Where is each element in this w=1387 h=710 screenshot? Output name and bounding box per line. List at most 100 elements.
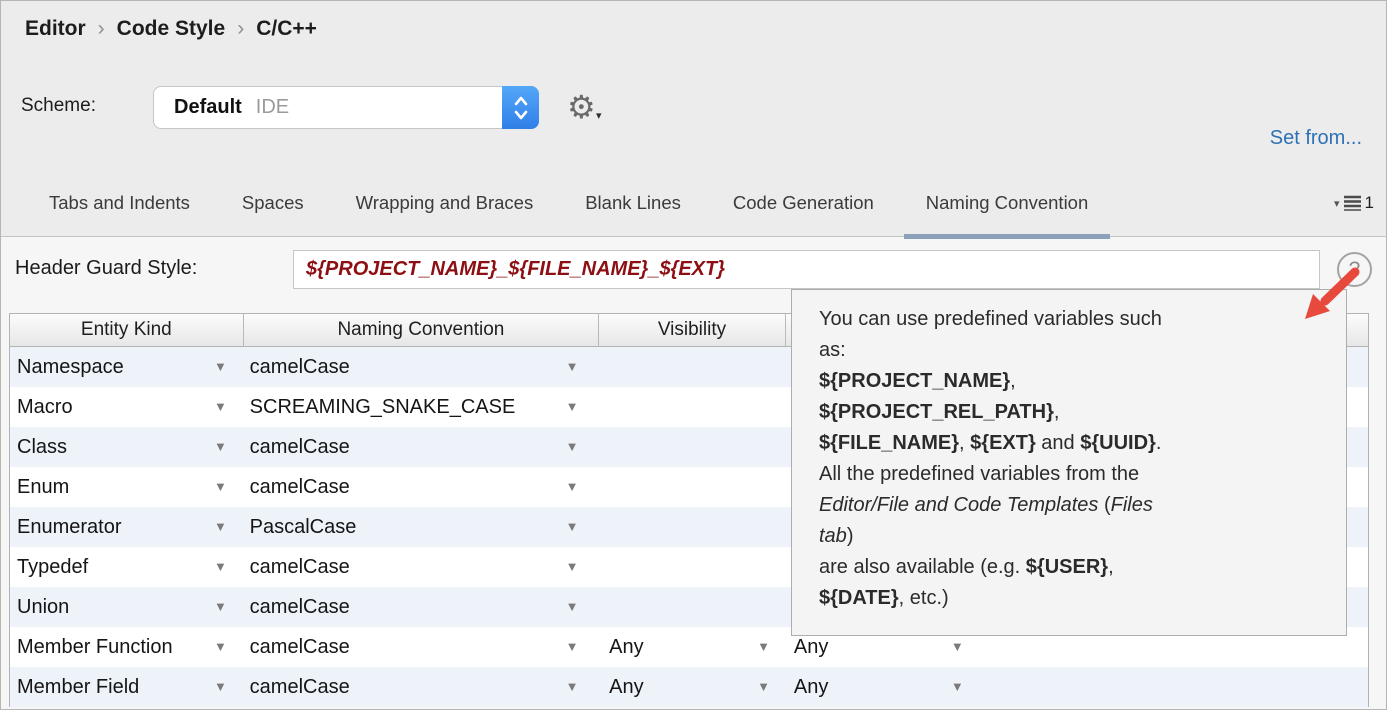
settings-header-region: Editor › Code Style › C/C++ Scheme: Defa…	[1, 1, 1386, 237]
column-header-naming-convention: Naming Convention	[244, 314, 599, 346]
code-style-tabbar: Tabs and Indents Spaces Wrapping and Bra…	[1, 169, 1386, 237]
breadcrumb-item-code-style[interactable]: Code Style	[117, 17, 226, 41]
column-header-entity-kind: Entity Kind	[10, 314, 244, 346]
cell-value: camelCase	[250, 556, 350, 579]
cell-value: Any	[794, 636, 828, 659]
visibility-cell-empty	[599, 507, 786, 547]
settings-panel: Editor › Code Style › C/C++ Scheme: Defa…	[0, 0, 1387, 710]
naming-convention-cell[interactable]: camelCase ▼	[244, 547, 599, 587]
chevron-down-icon: ▼	[566, 359, 579, 374]
naming-convention-cell[interactable]: camelCase ▼	[244, 427, 599, 467]
chevron-down-icon: ▼	[214, 359, 227, 374]
scheme-select[interactable]: Default IDE	[153, 86, 539, 129]
hamburger-list-icon	[1343, 195, 1362, 211]
cell-value: camelCase	[250, 676, 350, 699]
naming-convention-cell[interactable]: SCREAMING_SNAKE_CASE ▼	[244, 387, 599, 427]
cell-value: Enum	[17, 476, 69, 499]
chevron-down-icon: ▼	[566, 599, 579, 614]
chevron-down-icon: ▼	[214, 599, 227, 614]
breadcrumb-item-c-cpp[interactable]: C/C++	[256, 17, 317, 41]
naming-convention-cell[interactable]: camelCase ▼	[244, 587, 599, 627]
visibility-cell-empty	[599, 387, 786, 427]
entity-kind-cell[interactable]: Class▼	[10, 427, 244, 467]
chevron-down-icon: ▼	[214, 399, 227, 414]
cell-value: Namespace	[17, 356, 124, 379]
header-guard-input[interactable]	[293, 250, 1320, 289]
chevron-right-icon: ›	[98, 17, 105, 41]
header-guard-help-tooltip: You can use predefined variables such as…	[791, 289, 1347, 636]
chevron-down-icon: ▼	[757, 639, 770, 654]
chevron-down-icon: ▼	[566, 439, 579, 454]
cell-value: Typedef	[17, 556, 88, 579]
annotation-arrow-icon	[1297, 265, 1363, 327]
chevron-down-icon: ▼	[566, 399, 579, 414]
table-cell[interactable]: Any▼	[786, 667, 986, 707]
cell-value: Member Field	[17, 676, 139, 699]
cell-value: SCREAMING_SNAKE_CASE	[250, 396, 516, 419]
chevron-down-icon: ▼	[214, 559, 227, 574]
chevron-down-icon: ▼	[214, 679, 227, 694]
chevron-down-icon: ▼	[566, 479, 579, 494]
cell-value: Enumerator	[17, 516, 122, 539]
naming-convention-cell[interactable]: camelCase ▼	[244, 627, 599, 667]
naming-convention-cell[interactable]: PascalCase▼	[244, 507, 599, 547]
entity-kind-cell[interactable]: Member Field ▼	[10, 667, 244, 707]
set-from-link[interactable]: Set from...	[1270, 127, 1362, 150]
entity-kind-cell[interactable]: Macro ▼	[10, 387, 244, 427]
visibility-cell-empty	[599, 467, 786, 507]
cell-value: camelCase	[250, 356, 350, 379]
tab-naming-convention[interactable]: Naming Convention	[926, 169, 1088, 237]
scheme-selected-suffix: IDE	[256, 96, 289, 119]
combobox-stepper-icon[interactable]	[502, 86, 539, 129]
cell-value: camelCase	[250, 636, 350, 659]
visibility-cell-empty	[599, 347, 786, 387]
cell-value: Any	[794, 676, 828, 699]
tab-spaces[interactable]: Spaces	[242, 169, 304, 237]
cell-value: Any	[609, 636, 643, 659]
breadcrumb-item-editor[interactable]: Editor	[25, 17, 86, 41]
hidden-tabs-count: 1	[1365, 193, 1374, 213]
naming-convention-cell[interactable]: camelCase ▼	[244, 667, 599, 707]
visibility-cell-empty	[599, 587, 786, 627]
chevron-down-icon: ▼	[951, 639, 964, 654]
visibility-cell[interactable]: Any ▼	[599, 627, 786, 667]
chevron-right-icon: ›	[237, 17, 244, 41]
tab-tabs-and-indents[interactable]: Tabs and Indents	[49, 169, 190, 237]
gear-icon: ⚙	[567, 89, 596, 125]
naming-convention-cell[interactable]: camelCase ▼	[244, 467, 599, 507]
cell-value: Union	[17, 596, 69, 619]
visibility-cell[interactable]: Any▼	[599, 667, 786, 707]
naming-convention-cell[interactable]: camelCase ▼	[244, 347, 599, 387]
header-guard-label: Header Guard Style:	[15, 257, 197, 280]
entity-kind-cell[interactable]: Enum ▼	[10, 467, 244, 507]
chevron-down-icon: ▼	[566, 559, 579, 574]
entity-kind-cell[interactable]: Typedef ▼	[10, 547, 244, 587]
chevron-down-icon: ▾	[1334, 197, 1340, 210]
visibility-cell-empty	[599, 427, 786, 467]
chevron-down-icon: ▼	[757, 679, 770, 694]
cell-value: camelCase	[250, 596, 350, 619]
cell-value: camelCase	[250, 476, 350, 499]
column-header-visibility: Visibility	[599, 314, 786, 346]
cell-value: Class	[17, 436, 67, 459]
chevron-down-icon: ▼	[214, 639, 227, 654]
cell-value: camelCase	[250, 436, 350, 459]
entity-kind-cell[interactable]: Enumerator▼	[10, 507, 244, 547]
entity-kind-cell[interactable]: Member Function▼	[10, 627, 244, 667]
hidden-tabs-button[interactable]: ▾ 1	[1334, 193, 1374, 213]
entity-kind-cell[interactable]: Namespace ▼	[10, 347, 244, 387]
tab-code-generation[interactable]: Code Generation	[733, 169, 874, 237]
visibility-cell-empty	[599, 547, 786, 587]
cell-value: Macro	[17, 396, 73, 419]
tab-blank-lines[interactable]: Blank Lines	[585, 169, 681, 237]
chevron-down-icon: ▼	[214, 479, 227, 494]
scheme-actions-button[interactable]: ⚙ ▾	[567, 85, 613, 131]
cell-value: PascalCase	[250, 516, 357, 539]
chevron-down-icon: ▾	[596, 109, 602, 122]
tab-wrapping-and-braces[interactable]: Wrapping and Braces	[356, 169, 534, 237]
entity-kind-cell[interactable]: Union ▼	[10, 587, 244, 627]
chevron-down-icon: ▼	[566, 679, 579, 694]
table-cell-empty	[986, 667, 1368, 707]
scheme-label: Scheme:	[21, 95, 96, 117]
chevron-down-icon: ▼	[566, 639, 579, 654]
